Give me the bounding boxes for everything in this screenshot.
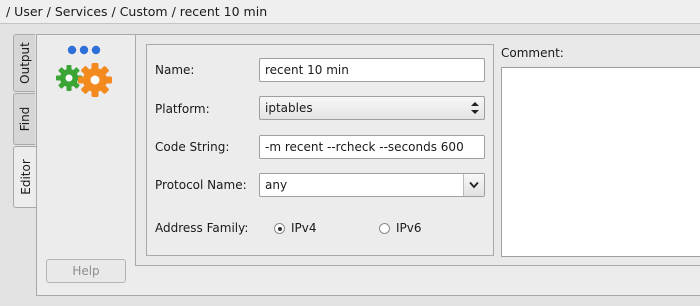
- platform-value: iptables: [265, 101, 313, 115]
- protocol-name-value: any: [265, 178, 288, 192]
- code-string-label: Code String:: [155, 140, 230, 154]
- ipv6-radio[interactable]: [379, 223, 390, 234]
- protocol-name-label: Protocol Name:: [155, 178, 247, 192]
- address-family-label: Address Family:: [155, 221, 249, 235]
- platform-select[interactable]: iptables: [259, 96, 485, 120]
- ipv4-label: IPv4: [291, 221, 317, 235]
- gears-logo-icon: [56, 45, 112, 97]
- ipv6-label: IPv6: [396, 221, 422, 235]
- help-button[interactable]: Help: [46, 259, 126, 283]
- protocol-dropdown-button[interactable]: [463, 174, 484, 196]
- tab-editor[interactable]: Editor: [13, 146, 37, 208]
- code-string-field[interactable]: -m recent --rcheck --seconds 600: [259, 135, 485, 159]
- updown-arrows-icon: [471, 102, 479, 114]
- breadcrumb: / User / Services / Custom / recent 10 m…: [0, 0, 700, 24]
- tab-output-label: Output: [17, 42, 32, 84]
- comment-label: Comment:: [501, 46, 564, 60]
- protocol-name-combo[interactable]: any: [259, 173, 485, 197]
- tab-output[interactable]: Output: [13, 34, 35, 92]
- name-label: Name:: [155, 63, 195, 77]
- ipv4-radio[interactable]: [274, 223, 285, 234]
- comment-textarea[interactable]: [501, 67, 700, 257]
- platform-label: Platform:: [155, 102, 210, 116]
- chevron-down-icon: [469, 181, 479, 189]
- tab-find[interactable]: Find: [13, 93, 35, 145]
- tab-editor-label: Editor: [18, 159, 33, 195]
- name-field[interactable]: recent 10 min: [259, 58, 485, 82]
- tab-find-label: Find: [17, 106, 32, 132]
